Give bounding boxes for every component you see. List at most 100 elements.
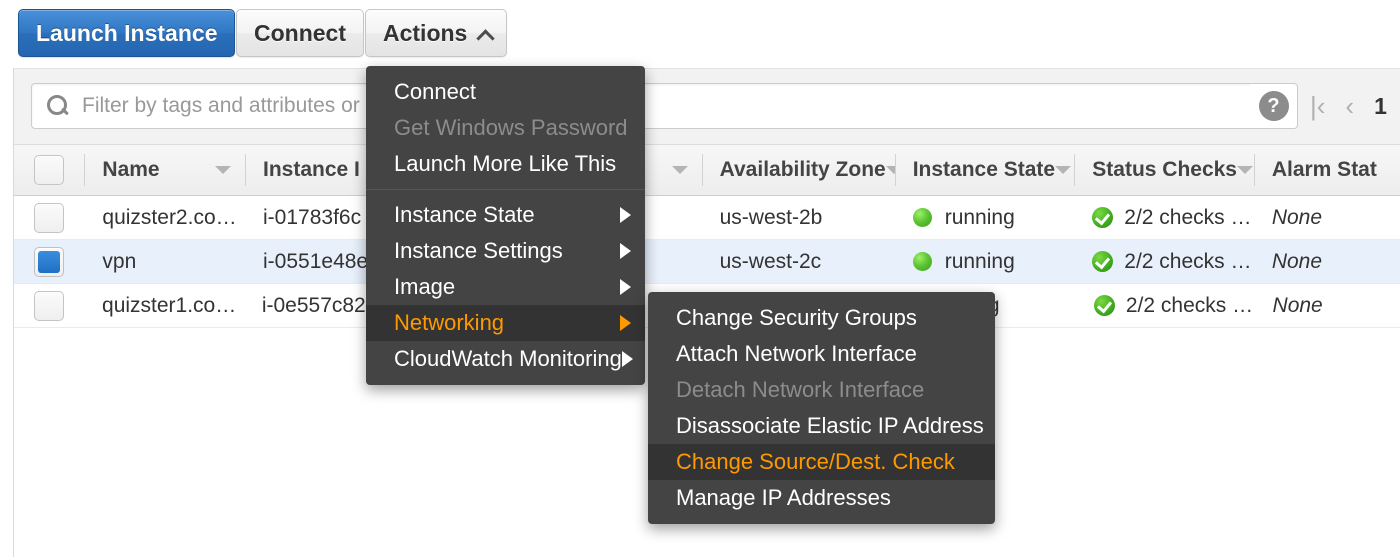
select-all-header[interactable] — [14, 144, 84, 196]
column-header-instance-id-label: Instance I — [263, 158, 360, 182]
chevron-right-icon — [620, 243, 631, 259]
row-select-cell[interactable] — [14, 284, 84, 328]
launch-instance-button[interactable]: Launch Instance — [18, 9, 235, 57]
cell-instance-state: running — [895, 196, 1075, 240]
green-dot-icon — [913, 252, 932, 271]
cell-instance-state: running — [895, 240, 1075, 284]
column-header-status-checks-label: Status Checks — [1092, 158, 1237, 182]
green-check-icon — [1094, 295, 1115, 316]
chevron-right-icon — [620, 207, 631, 223]
menu-item-label: Networking — [394, 310, 504, 336]
menu-item-label: Disassociate Elastic IP Address — [676, 413, 984, 439]
menu-item-disassociate-elastic-ip-address[interactable]: Disassociate Elastic IP Address — [648, 408, 995, 444]
search-icon — [46, 94, 70, 118]
menu-item-instance-state[interactable]: Instance State — [366, 197, 645, 233]
green-check-icon — [1092, 207, 1113, 228]
menu-item-manage-ip-addresses[interactable]: Manage IP Addresses — [648, 480, 995, 516]
table-header-row: Name Instance I Availability Zone Instan… — [14, 144, 1400, 196]
status-checks-text: 2/2 checks … — [1126, 294, 1253, 318]
column-header-availability-zone[interactable]: Availability Zone — [702, 144, 895, 196]
menu-item-label: Manage IP Addresses — [676, 485, 891, 511]
select-all-checkbox[interactable] — [34, 155, 64, 185]
menu-item-label: Attach Network Interface — [676, 341, 917, 367]
sort-caret-icon[interactable] — [215, 166, 231, 174]
menu-item-cloudwatch-monitoring[interactable]: CloudWatch Monitoring — [366, 341, 645, 377]
row-select-cell[interactable] — [14, 196, 84, 240]
row-checkbox[interactable] — [34, 291, 64, 321]
page-prev-icon[interactable]: ‹ — [1345, 93, 1354, 119]
table-row[interactable]: vpn i-0551e48e us-west-2c running 2/2 ch… — [14, 240, 1400, 284]
column-header-instance-state[interactable]: Instance State — [895, 144, 1075, 196]
column-header-instance-state-label: Instance State — [913, 158, 1055, 182]
menu-separator — [366, 189, 645, 190]
cell-name: vpn — [84, 240, 245, 284]
sort-caret-icon[interactable] — [1055, 166, 1071, 174]
column-header-name-label: Name — [102, 158, 159, 182]
left-panel-edge — [0, 0, 14, 557]
instance-state-text: running — [945, 250, 1015, 274]
menu-item-label: Connect — [394, 79, 476, 105]
page-number: 1 — [1374, 93, 1387, 120]
question-mark-icon: ? — [1259, 91, 1289, 121]
sort-caret-icon[interactable] — [1237, 166, 1253, 174]
cell-status-checks: 2/2 checks … — [1076, 284, 1255, 328]
toolbar: Launch Instance Connect Actions — [0, 0, 1400, 68]
column-header-status-checks[interactable]: Status Checks — [1074, 144, 1254, 196]
menu-item-label: Instance State — [394, 202, 535, 228]
menu-item-attach-network-interface[interactable]: Attach Network Interface — [648, 336, 995, 372]
table-row[interactable]: quizster2.co… i-01783f6c us-west-2b runn… — [14, 196, 1400, 240]
menu-item-instance-settings[interactable]: Instance Settings — [366, 233, 645, 269]
search-placeholder: Filter by tags and attributes or s — [82, 94, 376, 118]
menu-item-label: Change Source/Dest. Check — [676, 449, 955, 475]
menu-item-label: CloudWatch Monitoring — [394, 346, 622, 372]
help-button[interactable]: ? — [1250, 83, 1298, 129]
menu-item-change-source-dest-check[interactable]: Change Source/Dest. Check — [648, 444, 995, 480]
chevron-right-icon — [620, 279, 631, 295]
menu-item-label: Get Windows Password — [394, 115, 628, 141]
column-header-alarm-status[interactable]: Alarm Stat — [1254, 144, 1400, 196]
connect-button[interactable]: Connect — [236, 9, 364, 57]
networking-submenu: Change Security Groups Attach Network In… — [648, 292, 995, 524]
chevron-up-icon — [478, 27, 493, 42]
menu-item-label: Launch More Like This — [394, 151, 616, 177]
ec2-instances-screen: Launch Instance Connect Actions Filter b… — [0, 0, 1400, 557]
menu-item-get-windows-password: Get Windows Password — [366, 110, 645, 146]
actions-button[interactable]: Actions — [365, 9, 507, 57]
status-checks-text: 2/2 checks … — [1124, 206, 1251, 230]
column-header-alarm-status-label: Alarm Stat — [1272, 158, 1377, 182]
menu-item-label: Change Security Groups — [676, 305, 917, 331]
sort-caret-icon[interactable] — [886, 166, 895, 174]
cell-availability-zone: us-west-2c — [702, 240, 895, 284]
menu-item-launch-more-like-this[interactable]: Launch More Like This — [366, 146, 645, 182]
page-first-icon[interactable]: |‹ — [1310, 93, 1325, 119]
menu-item-image[interactable]: Image — [366, 269, 645, 305]
sort-caret-icon[interactable] — [672, 166, 688, 174]
search-input[interactable]: Filter by tags and attributes or s — [31, 83, 1281, 129]
menu-item-label: Instance Settings — [394, 238, 563, 264]
cell-name: quizster1.co… — [84, 284, 244, 328]
cell-status-checks: 2/2 checks … — [1074, 196, 1254, 240]
menu-item-label: Image — [394, 274, 455, 300]
menu-item-detach-network-interface: Detach Network Interface — [648, 372, 995, 408]
row-checkbox[interactable] — [34, 203, 64, 233]
launch-instance-label: Launch Instance — [36, 20, 217, 47]
menu-item-connect[interactable]: Connect — [366, 74, 645, 110]
menu-item-networking[interactable]: Networking — [366, 305, 645, 341]
cell-name: quizster2.co… — [84, 196, 245, 240]
cell-alarm-status: None — [1254, 240, 1400, 284]
cell-alarm-status: None — [1254, 196, 1400, 240]
column-header-name[interactable]: Name — [84, 144, 245, 196]
row-checkbox[interactable] — [34, 247, 64, 277]
row-select-cell[interactable] — [14, 240, 84, 284]
menu-item-change-security-groups[interactable]: Change Security Groups — [648, 300, 995, 336]
cell-alarm-status: None — [1255, 284, 1400, 328]
green-check-icon — [1092, 251, 1113, 272]
pagination: |‹ ‹ 1 — [1310, 83, 1387, 129]
green-dot-icon — [913, 208, 932, 227]
instance-state-text: running — [945, 206, 1015, 230]
actions-label: Actions — [383, 20, 467, 47]
cell-availability-zone: us-west-2b — [702, 196, 895, 240]
filter-bar: Filter by tags and attributes or s ? |‹ … — [14, 68, 1400, 144]
column-header-availability-zone-label: Availability Zone — [720, 158, 886, 182]
status-checks-text: 2/2 checks … — [1124, 250, 1251, 274]
